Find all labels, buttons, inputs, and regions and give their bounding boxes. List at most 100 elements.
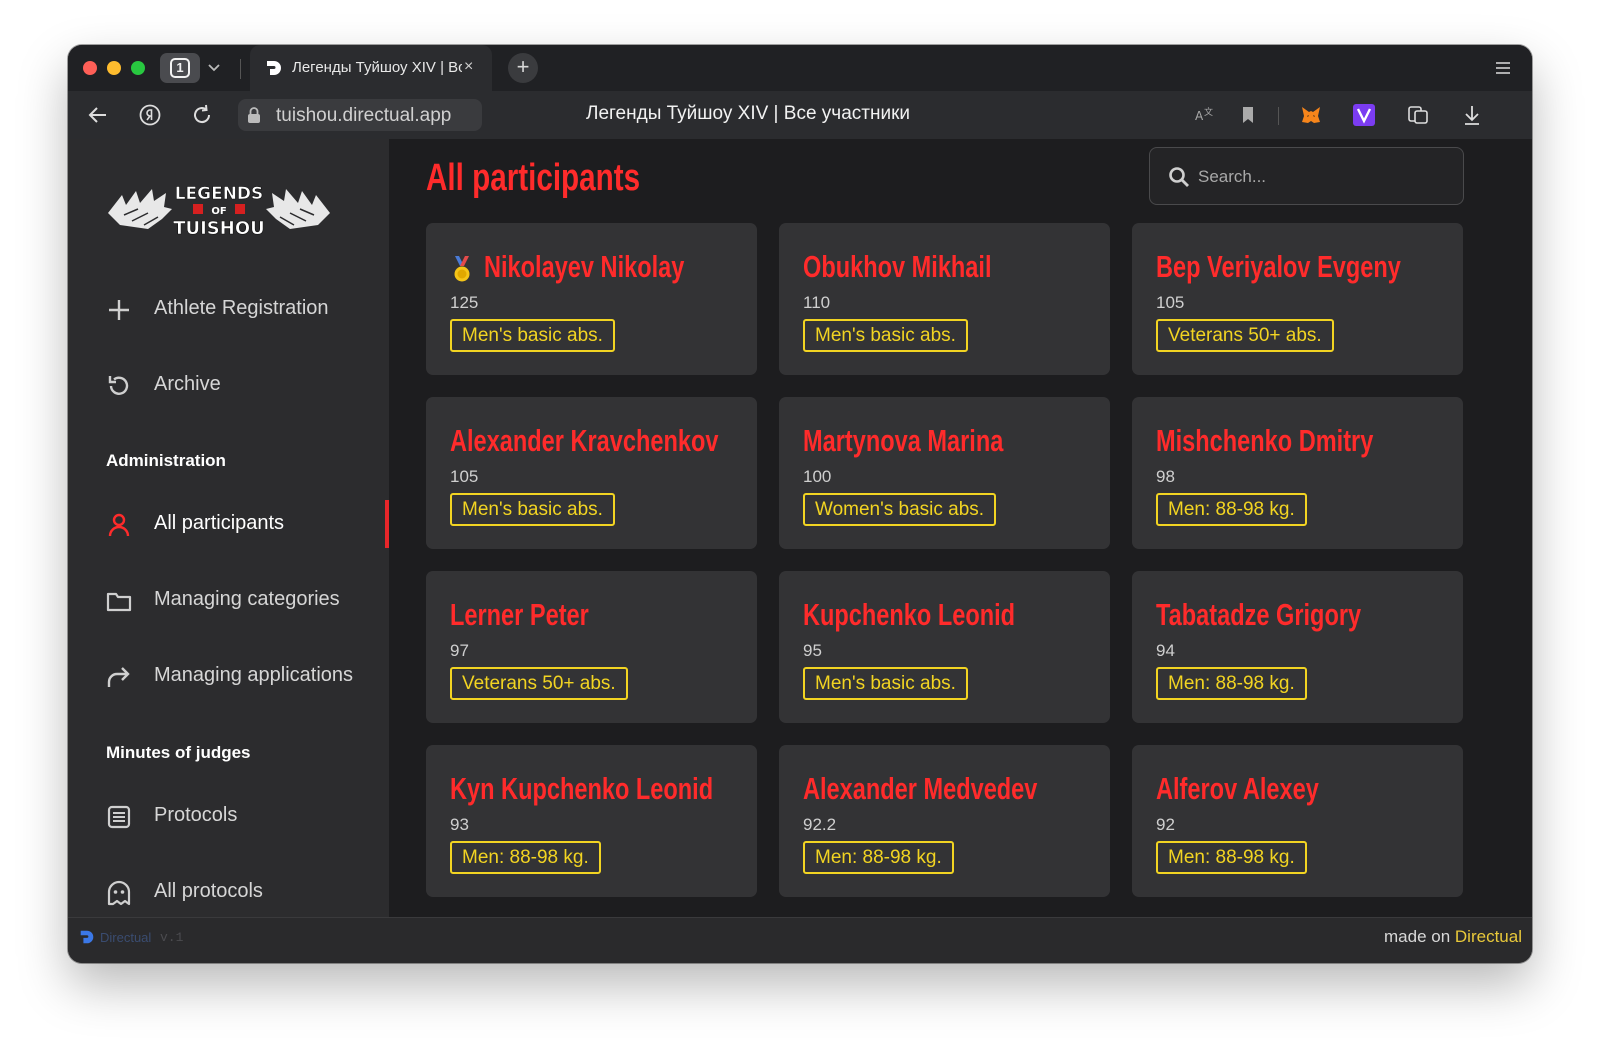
participant-name[interactable]: Alexander Kravchenkov: [450, 423, 718, 463]
bookmark-icon[interactable]: [1236, 103, 1260, 127]
participant-card[interactable]: Kupchenko Leonid 95 Men's basic abs.: [779, 571, 1110, 723]
footer-brand: Directual: [100, 930, 152, 945]
participant-name[interactable]: Tabatadze Grigory: [1156, 597, 1361, 637]
category-badge: Men: 88-98 kg.: [1156, 841, 1307, 874]
nav-athlete-registration[interactable]: Athlete Registration: [106, 289, 386, 329]
participant-name[interactable]: Obukhov Mikhail: [803, 249, 992, 289]
participant-name[interactable]: Martynova Marina: [803, 423, 1003, 463]
participant-card[interactable]: Alexander Kravchenkov 105 Men's basic abs.: [426, 397, 757, 549]
address-bar: tuishou.directual.app Легенды Туйшоу XIV…: [68, 91, 1532, 139]
participant-card[interactable]: Alexander Medvedev 92.2 Men: 88-98 kg.: [779, 745, 1110, 897]
url-text: tuishou.directual.app: [276, 105, 452, 126]
made-on-directual-link[interactable]: made on Directual: [1384, 927, 1522, 947]
new-tab-button[interactable]: +: [508, 53, 538, 83]
url-field[interactable]: tuishou.directual.app: [238, 99, 482, 131]
chevron-down-icon[interactable]: [206, 59, 222, 75]
participant-card[interactable]: Kyn Kupchenko Leonid 93 Men: 88-98 kg.: [426, 745, 757, 897]
participant-score: 125: [450, 293, 479, 312]
footer-version: v.1: [160, 930, 184, 945]
metamask-fox-icon[interactable]: [1299, 103, 1323, 127]
participant-name[interactable]: Mishchenko Dmitry: [1156, 423, 1373, 463]
reload-icon[interactable]: [190, 103, 214, 127]
search-box[interactable]: [1149, 147, 1464, 205]
participant-name[interactable]: Nikolayev Nikolay: [484, 249, 684, 289]
extensions-icon[interactable]: [1406, 103, 1430, 127]
tab-count-button[interactable]: 1: [160, 53, 200, 83]
nav-all-participants[interactable]: All participants: [106, 504, 386, 544]
category-badge: Men's basic abs.: [803, 667, 968, 700]
page-title-display: Легенды Туйшоу XIV | Все участники: [586, 103, 910, 124]
yandex-icon[interactable]: [138, 103, 162, 127]
participant-card[interactable]: Mishchenko Dmitry 98 Men: 88-98 kg.: [1132, 397, 1463, 549]
participant-name[interactable]: Kupchenko Leonid: [803, 597, 1015, 637]
tab-count: 1: [170, 58, 190, 78]
nav-protocols[interactable]: Protocols: [106, 796, 386, 836]
sidebar: LEGENDS OF TUISHOU Athlete Registration …: [68, 139, 389, 917]
nav-managing-categories[interactable]: Managing categories: [106, 580, 386, 620]
nav-label: Managing categories: [154, 588, 340, 610]
nav-label: Archive: [154, 373, 221, 395]
participant-card[interactable]: Nikolayev Nikolay 125 Men's basic abs.: [426, 223, 757, 375]
participant-score: 92: [1156, 815, 1175, 834]
search-input[interactable]: [1198, 162, 1448, 192]
nav-label: Athlete Registration: [154, 297, 329, 319]
participant-card[interactable]: Obukhov Mikhail 110 Men's basic abs.: [779, 223, 1110, 375]
participant-score: 110: [803, 293, 831, 312]
category-badge: Men: 88-98 kg.: [1156, 667, 1307, 700]
category-badge: Men: 88-98 kg.: [803, 841, 954, 874]
participant-score: 95: [803, 641, 822, 660]
category-badge: Veterans 50+ abs.: [450, 667, 628, 700]
page-title: All participants: [426, 157, 641, 199]
participant-name[interactable]: Lerner Peter: [450, 597, 589, 637]
nav-managing-applications[interactable]: Managing applications: [106, 656, 386, 696]
participant-score: 105: [1156, 293, 1185, 312]
participant-name[interactable]: Alexander Medvedev: [803, 771, 1037, 811]
minimize-window-button[interactable]: [107, 61, 121, 75]
maximize-window-button[interactable]: [131, 61, 145, 75]
svg-text:OF: OF: [211, 206, 226, 217]
participant-score: 94: [1156, 641, 1175, 660]
participant-card[interactable]: Bep Veriyalov Evgeny 105 Veterans 50+ abs.: [1132, 223, 1463, 375]
lock-icon: [248, 107, 260, 123]
active-tab[interactable]: Легенды Туйшоу XIV | Все участники ×: [250, 45, 492, 91]
nav-label: Protocols: [154, 804, 238, 826]
section-title-administration: Administration: [106, 451, 226, 470]
category-badge: Women's basic abs.: [803, 493, 997, 526]
participant-card[interactable]: Lerner Peter 97 Veterans 50+ abs.: [426, 571, 757, 723]
close-tab-icon[interactable]: ×: [464, 58, 473, 76]
legends-of-tuishou-logo[interactable]: LEGENDS OF TUISHOU: [104, 179, 334, 241]
participant-name[interactable]: Alferov Alexey: [1156, 771, 1319, 811]
category-badge: Men's basic abs.: [450, 493, 615, 526]
search-icon: [1169, 167, 1189, 187]
category-badge: Men: 88-98 kg.: [1156, 493, 1307, 526]
folder-icon: [106, 592, 132, 612]
nav-archive[interactable]: Archive: [106, 365, 386, 405]
svg-text:LEGENDS: LEGENDS: [175, 184, 264, 204]
participant-score: 105: [450, 467, 479, 486]
svg-text:A: A: [1195, 109, 1204, 123]
participant-name[interactable]: Kyn Kupchenko Leonid: [450, 771, 713, 811]
participant-name[interactable]: Bep Veriyalov Evgeny: [1156, 249, 1401, 289]
participant-score: 92.2: [803, 815, 837, 834]
directual-logo-icon[interactable]: [78, 928, 96, 946]
v-extension-icon[interactable]: [1352, 103, 1376, 127]
nav-label: Managing applications: [154, 664, 354, 686]
download-icon[interactable]: [1460, 103, 1484, 127]
section-title-minutes-of-judges: Minutes of judges: [106, 743, 251, 762]
participant-card[interactable]: Alferov Alexey 92 Men: 88-98 kg.: [1132, 745, 1463, 897]
nav-all-protocols[interactable]: All protocols: [106, 872, 386, 912]
participant-card[interactable]: Martynova Marina 100 Women's basic abs.: [779, 397, 1110, 549]
footer: Directual v.1 made on Directual: [68, 917, 1532, 963]
plus-icon: [109, 300, 129, 320]
hamburger-menu-icon[interactable]: [1494, 59, 1512, 77]
participant-card[interactable]: Tabatadze Grigory 94 Men: 88-98 kg.: [1132, 571, 1463, 723]
translate-icon[interactable]: A 文: [1192, 103, 1216, 127]
directual-favicon-icon: [267, 61, 281, 75]
back-arrow-icon[interactable]: [86, 103, 110, 127]
toolbar-separator: [1278, 107, 1279, 125]
category-badge: Veterans 50+ abs.: [1156, 319, 1334, 352]
category-badge: Men: 88-98 kg.: [450, 841, 601, 874]
made-on-brand: Directual: [1454, 927, 1522, 946]
close-window-button[interactable]: [83, 61, 97, 75]
nav-label: All protocols: [154, 880, 263, 902]
